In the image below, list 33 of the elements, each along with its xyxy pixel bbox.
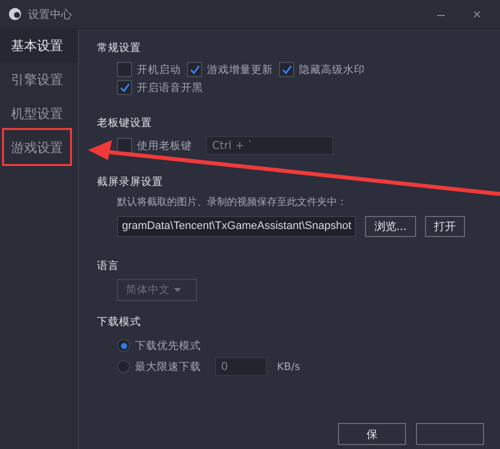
close-button[interactable]: × bbox=[462, 6, 492, 22]
radio-option[interactable]: 最大限速下载 bbox=[117, 358, 201, 375]
section-title: 老板键设置 bbox=[97, 116, 153, 130]
check-icon bbox=[120, 83, 130, 92]
hotkey-field[interactable]: Ctrl + ` bbox=[206, 136, 333, 155]
caret-icon bbox=[174, 288, 181, 292]
app-logo-icon bbox=[8, 7, 22, 21]
section-title: 常规设置 bbox=[97, 41, 142, 55]
checkbox-option[interactable]: 使用老板键 bbox=[117, 137, 192, 154]
open-button[interactable]: 打开 bbox=[424, 216, 465, 236]
checkbox-option[interactable]: 游戏增量更新 bbox=[187, 61, 273, 78]
speed-limit-field[interactable]: 0 bbox=[215, 357, 267, 376]
section-title: 截屏录屏设置 bbox=[97, 175, 164, 189]
sidebar-item[interactable]: 基本设置 bbox=[0, 29, 78, 63]
sidebar-item[interactable]: 引擎设置 bbox=[0, 63, 78, 97]
unit-label: KB/s bbox=[277, 360, 300, 374]
radio-option[interactable]: 下载优先模式 bbox=[117, 337, 201, 354]
path-field[interactable]: gramData\Tencent\TxGameAssistant\Snapshot bbox=[117, 216, 356, 236]
sidebar-item[interactable]: 游戏设置 bbox=[0, 131, 78, 165]
sidebar-item[interactable]: 机型设置 bbox=[0, 97, 78, 131]
section-title: 语言 bbox=[97, 259, 120, 273]
check-icon bbox=[282, 65, 292, 74]
window-title: 设置中心 bbox=[28, 6, 73, 22]
checkbox-option[interactable]: 开机启动 bbox=[117, 61, 181, 78]
browse-button[interactable]: 浏览... bbox=[365, 216, 416, 236]
section-title: 下载模式 bbox=[97, 315, 142, 329]
checkbox-option[interactable]: 隐藏高级水印 bbox=[279, 61, 365, 78]
checkbox-option[interactable]: 开启语音开黑 bbox=[117, 79, 203, 96]
description-text: 默认将截取的图片、录制的视频保存至此文件夹中： bbox=[116, 196, 348, 209]
check-icon bbox=[190, 65, 200, 74]
dialog-button[interactable]: 保 bbox=[338, 423, 406, 445]
dialog-button[interactable] bbox=[416, 423, 484, 445]
minimize-button[interactable]: – bbox=[426, 6, 456, 22]
